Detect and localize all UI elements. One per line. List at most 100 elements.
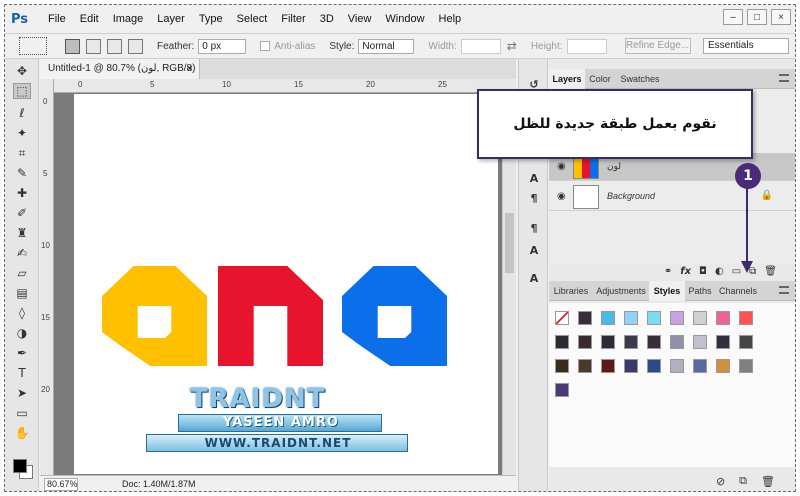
clear-style-icon[interactable]: ⊘ xyxy=(716,475,725,488)
new-selection-icon[interactable] xyxy=(65,38,80,54)
document-tab[interactable]: Untitled-1 @ 80.7% (لون, RGB/8) * × xyxy=(40,59,200,94)
history-brush-icon[interactable]: ✍ xyxy=(13,245,31,261)
swap-icon[interactable]: ⇄ xyxy=(507,39,517,53)
tab-channels[interactable]: Channels xyxy=(715,281,761,301)
tab-styles[interactable]: Styles xyxy=(649,281,685,301)
maximize-button[interactable]: □ xyxy=(747,9,767,25)
style-swatch[interactable] xyxy=(670,359,684,373)
marquee-icon[interactable]: ⬚ xyxy=(13,83,31,99)
mask-icon[interactable]: ◘ xyxy=(699,266,707,277)
style-swatch[interactable] xyxy=(739,311,753,325)
style-swatch[interactable] xyxy=(693,335,707,349)
clone-stamp-icon[interactable]: ♜ xyxy=(13,225,31,241)
foreground-color-swatch[interactable] xyxy=(13,459,27,473)
lock-icon[interactable]: 🔒 xyxy=(761,190,773,201)
style-swatch[interactable] xyxy=(739,335,753,349)
subtract-selection-icon[interactable] xyxy=(107,38,122,54)
hand-icon[interactable]: ✋ xyxy=(13,425,31,441)
blur-icon[interactable]: ◊ xyxy=(13,305,31,321)
document-canvas[interactable]: TRAIDNT YASEEN AMRO WWW.TRAIDNT.NET xyxy=(74,94,498,474)
tool-preset-picker[interactable] xyxy=(19,37,47,55)
add-selection-icon[interactable] xyxy=(86,38,101,54)
style-swatch[interactable] xyxy=(716,335,730,349)
width-input[interactable] xyxy=(460,38,501,54)
eye-icon[interactable]: ◉ xyxy=(557,191,566,202)
paragraph-styles-icon[interactable]: ¶ xyxy=(527,221,541,235)
style-swatch[interactable] xyxy=(601,335,615,349)
menu-view[interactable]: View xyxy=(341,13,379,25)
style-swatch[interactable] xyxy=(716,359,730,373)
doc-info[interactable]: Doc: 1.40M/1.87M xyxy=(122,476,196,491)
style-select[interactable]: Normal xyxy=(358,38,415,54)
style-swatch[interactable] xyxy=(555,383,569,397)
character-styles-icon[interactable]: A xyxy=(527,243,541,257)
style-swatch[interactable] xyxy=(693,359,707,373)
character-icon[interactable]: A xyxy=(527,171,541,185)
tab-libraries[interactable]: Libraries xyxy=(549,281,593,301)
style-swatch[interactable] xyxy=(624,359,638,373)
refine-edge-button[interactable]: Refine Edge... xyxy=(624,38,691,54)
vertical-ruler[interactable]: 0 5 10 15 20 xyxy=(40,79,54,475)
close-button[interactable]: × xyxy=(771,9,791,25)
menu-select[interactable]: Select xyxy=(230,13,275,25)
workspace-select[interactable]: Essentials xyxy=(703,38,789,54)
style-swatch[interactable] xyxy=(647,359,661,373)
style-swatch[interactable] xyxy=(578,359,592,373)
feather-input[interactable]: 0 px xyxy=(198,38,247,54)
style-swatch[interactable] xyxy=(647,335,661,349)
eyedropper-icon[interactable]: ✎ xyxy=(13,165,31,181)
crop-icon[interactable]: ⌗ xyxy=(13,145,31,161)
panel-menu-icon[interactable] xyxy=(779,74,789,82)
paragraph-icon[interactable]: ¶ xyxy=(527,191,541,205)
move-icon[interactable]: ✥ xyxy=(13,63,31,79)
type-icon[interactable]: T xyxy=(13,365,31,381)
path-select-icon[interactable]: ➤ xyxy=(13,385,31,401)
eye-icon[interactable]: ◉ xyxy=(557,161,566,172)
tab-color[interactable]: Color xyxy=(585,69,615,89)
healing-icon[interactable]: ✚ xyxy=(13,185,31,201)
menu-image[interactable]: Image xyxy=(106,13,151,25)
style-swatch[interactable] xyxy=(601,359,615,373)
trash-icon[interactable]: 🗑 xyxy=(764,266,777,277)
fx-icon[interactable]: fx xyxy=(680,266,691,277)
brush-icon[interactable]: ✐ xyxy=(13,205,31,221)
style-swatch[interactable] xyxy=(601,311,615,325)
tab-swatches[interactable]: Swatches xyxy=(615,69,665,89)
link-icon[interactable]: ⚭ xyxy=(664,266,672,277)
menu-layer[interactable]: Layer xyxy=(150,13,192,25)
lasso-icon[interactable]: ℓ xyxy=(13,105,31,121)
close-tab-icon[interactable]: × xyxy=(187,59,193,79)
menu-filter[interactable]: Filter xyxy=(274,13,312,25)
minimize-button[interactable]: – xyxy=(723,9,743,25)
antialias-checkbox[interactable] xyxy=(260,41,271,51)
menu-help[interactable]: Help xyxy=(432,13,469,25)
style-swatch[interactable] xyxy=(624,311,638,325)
scrollbar-thumb[interactable] xyxy=(505,213,514,273)
tab-adjustments[interactable]: Adjustments xyxy=(593,281,649,301)
horizontal-ruler[interactable]: 0 5 10 15 20 25 xyxy=(54,79,516,93)
gradient-icon[interactable]: ▤ xyxy=(13,285,31,301)
tab-layers[interactable]: Layers xyxy=(549,69,585,89)
zoom-field[interactable]: 80.67% xyxy=(44,478,78,491)
intersect-selection-icon[interactable] xyxy=(128,38,143,54)
eraser-icon[interactable]: ▱ xyxy=(13,265,31,281)
style-swatch[interactable] xyxy=(670,335,684,349)
style-swatch[interactable] xyxy=(578,311,592,325)
tab-paths[interactable]: Paths xyxy=(685,281,715,301)
menu-3d[interactable]: 3D xyxy=(313,13,341,25)
panel-menu-icon[interactable] xyxy=(779,286,789,294)
menu-file[interactable]: File xyxy=(41,13,73,25)
pen-icon[interactable]: ✒ xyxy=(13,345,31,361)
style-swatch[interactable] xyxy=(647,311,661,325)
style-swatch[interactable] xyxy=(555,335,569,349)
dodge-icon[interactable]: ◑ xyxy=(13,325,31,341)
delete-style-icon[interactable]: 🗑 xyxy=(761,475,775,488)
menu-edit[interactable]: Edit xyxy=(73,13,106,25)
style-swatch[interactable] xyxy=(716,311,730,325)
style-swatch[interactable] xyxy=(624,335,638,349)
glyphs-icon[interactable]: A xyxy=(527,271,541,285)
height-input[interactable] xyxy=(566,38,607,54)
magic-wand-icon[interactable]: ✦ xyxy=(13,125,31,141)
style-swatch[interactable] xyxy=(670,311,684,325)
style-swatch[interactable] xyxy=(693,311,707,325)
